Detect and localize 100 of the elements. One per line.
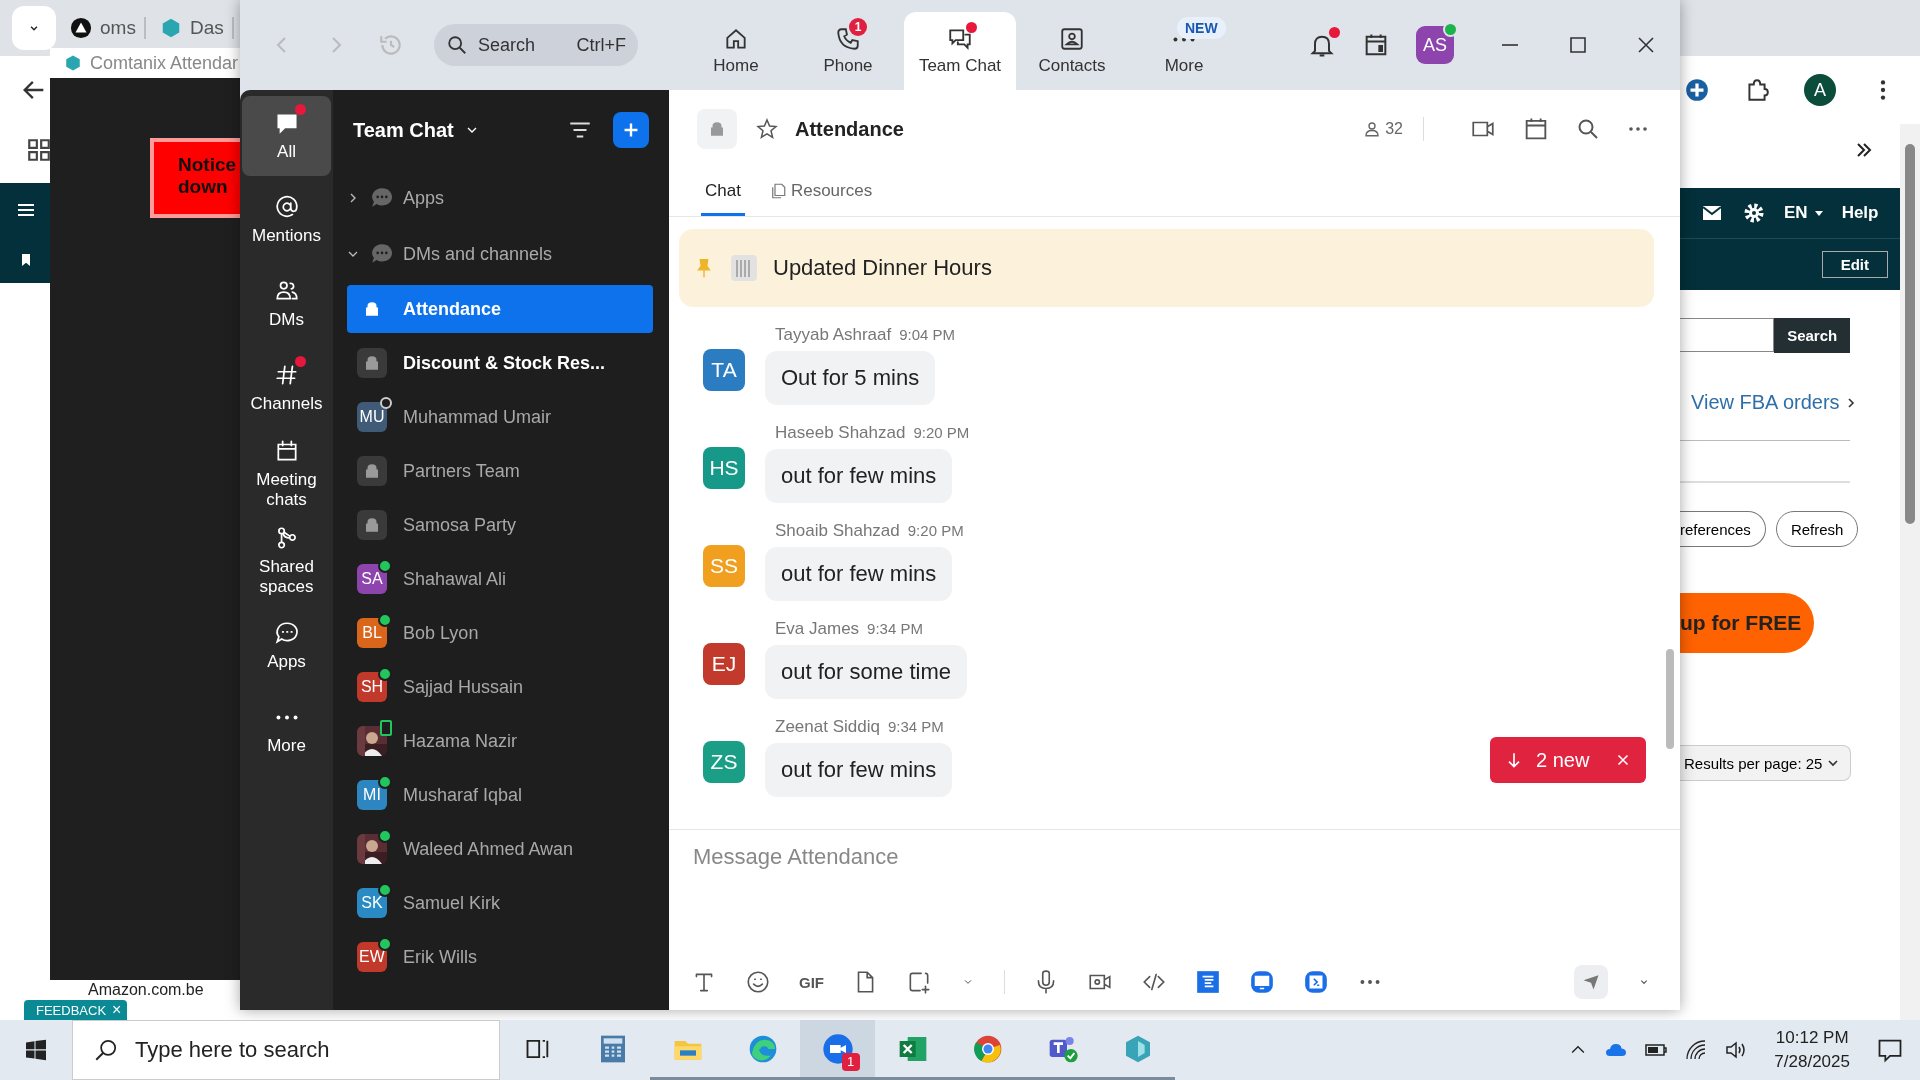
search-field[interactable]: Search Ctrl+F (434, 24, 638, 66)
results-per-page-dropdown[interactable]: Results per page: 25 (1680, 745, 1852, 781)
sidebar-item[interactable]: Shared spaces (242, 519, 331, 603)
send-button[interactable] (1574, 965, 1608, 999)
section-header[interactable]: Apps (333, 170, 669, 226)
view-orders-link[interactable]: View FBA orders (1691, 391, 1856, 414)
message-time: 9:20 PM (913, 424, 970, 441)
contact-card-icon (1059, 26, 1085, 52)
conversation-item[interactable]: MI Musharaf Iqbal (347, 771, 653, 819)
conversation-item[interactable]: Waleed Ahmed Awan (347, 825, 653, 873)
close-button[interactable]: × (112, 1001, 122, 1019)
browser-tab[interactable]: Das (151, 17, 234, 39)
search-button[interactable]: Search (1774, 318, 1850, 353)
emoji-icon[interactable] (745, 969, 771, 995)
avatar: EW (357, 942, 387, 972)
sidebar-item[interactable]: Apps (242, 606, 331, 687)
panel-title-dropdown[interactable]: Team Chat (353, 118, 480, 142)
sidebar-item[interactable]: DMs (242, 264, 331, 344)
new-chat-button[interactable] (613, 112, 649, 148)
conversation-item[interactable]: SH Sajjad Hussain (347, 663, 653, 711)
avatar: HS (703, 447, 745, 489)
scrollbar[interactable] (1666, 649, 1674, 749)
person-icon (1363, 120, 1382, 138)
search-icon[interactable] (1576, 117, 1600, 141)
app-grid-icon[interactable] (26, 137, 52, 163)
members-count[interactable]: 32 (1363, 120, 1403, 138)
nav-tab[interactable]: 1 Phone (792, 12, 904, 90)
sender-name: Tayyab Ashraaf (775, 325, 892, 345)
avatar: ZS (703, 741, 745, 783)
taskbar-search-field[interactable]: Type here to search (72, 1020, 500, 1080)
sidebar-item[interactable]: Meeting chats (242, 432, 331, 516)
channel-tab[interactable]: Resources (764, 168, 877, 216)
dots-icon (275, 714, 298, 720)
sidebar-item[interactable]: Channels (242, 348, 331, 428)
chevron-icon (1845, 397, 1856, 408)
window-title: Comtanix Attendar (90, 52, 239, 74)
conversation-item[interactable]: BL Bob Lyon (347, 609, 653, 657)
avatar: SS (703, 545, 745, 587)
edit-button[interactable]: Edit (1821, 251, 1888, 278)
message-bubble: out for few mins (765, 743, 953, 797)
nav-tab[interactable]: Home (680, 12, 792, 90)
caret-icon (1828, 758, 1839, 768)
nav-tab[interactable]: NEW More (1128, 12, 1240, 90)
sidebar-item[interactable]: All (242, 96, 331, 176)
refresh-button[interactable]: Refresh (1775, 511, 1859, 547)
conversation-item[interactable]: Samosa Party (347, 501, 653, 549)
conversation-item[interactable]: MU Muhammad Umair (347, 393, 653, 441)
windows-start-icon[interactable] (24, 1038, 48, 1062)
preferences-button[interactable]: references (1680, 511, 1766, 547)
channel-title: Attendance (795, 117, 904, 141)
conversation-item[interactable]: SA Shahawal Ali (347, 555, 653, 603)
sender-name: Haseeb Shahzad (775, 423, 906, 443)
conversation-item[interactable]: Partners Team (347, 447, 653, 495)
new-messages-button[interactable]: 2 new (1490, 737, 1646, 783)
message-bubble: out for few mins (765, 547, 953, 601)
extension-badge-icon[interactable] (1684, 77, 1710, 103)
document-app-icon[interactable] (1195, 969, 1221, 995)
avatar: TA (703, 349, 745, 391)
channel-tab[interactable]: Chat (701, 168, 745, 216)
taskbar-app[interactable]: 1 (800, 1020, 875, 1080)
gif-button[interactable]: GIF (799, 973, 824, 991)
sender-name: Zeenat Siddiq (775, 717, 880, 737)
clips-app-icon[interactable] (1303, 969, 1329, 995)
new-badge: NEW (1177, 16, 1226, 39)
avatar: BL (357, 618, 387, 648)
scrollbar[interactable] (1900, 124, 1920, 1020)
signup-button[interactable]: up for FREE (1680, 593, 1814, 653)
search-icon (93, 1037, 119, 1063)
star-icon[interactable] (755, 117, 779, 141)
feedback-tab[interactable]: FEEDBACK × (24, 1000, 128, 1020)
settings-icon[interactable] (1742, 201, 1766, 225)
profile-avatar[interactable]: A (1804, 74, 1836, 106)
help-link[interactable]: Help (1841, 203, 1879, 223)
conversation-item[interactable]: SK Samuel Kirk (347, 879, 653, 927)
browser-tab[interactable]: oms (62, 17, 146, 39)
message-time: 9:34 PM (867, 620, 923, 637)
avatar: EJ (703, 643, 745, 685)
count-badge: 1 (849, 18, 867, 36)
sidebar-item[interactable]: More (242, 690, 331, 771)
checkbox-label[interactable]: Amazon.com.be (88, 981, 204, 999)
search-icon (446, 34, 468, 56)
conversation-item[interactable]: Discount & Stock Res... (347, 339, 653, 387)
conversation-item[interactable]: Hazama Nazir (347, 717, 653, 765)
message-time: 9:34 PM (887, 718, 944, 735)
profile-avatar[interactable]: AS (1416, 26, 1454, 64)
nav-tab[interactable]: Contacts (1016, 12, 1128, 90)
clock-time[interactable]: 10:12 PM (1775, 1028, 1849, 1048)
nav-tab[interactable]: Team Chat (904, 12, 1016, 90)
pinned-message-banner[interactable]: Updated Dinner Hours (679, 229, 1654, 307)
caret-icon (1813, 208, 1824, 218)
message-time: 9:04 PM (899, 326, 956, 343)
sender-name: Eva James (775, 619, 860, 639)
conversation-item[interactable]: EW Erik Wills (347, 933, 653, 981)
whiteboard-app-icon[interactable] (1249, 969, 1275, 995)
conversation-item[interactable]: Attendance (347, 285, 653, 333)
language-menu[interactable]: EN (1784, 203, 1824, 223)
clock-date[interactable]: 7/28/2025 (1774, 1052, 1850, 1072)
lock-icon (357, 510, 387, 540)
message-bubble: Out for 5 mins (765, 351, 936, 405)
section-header[interactable]: DMs and channels (333, 226, 669, 282)
